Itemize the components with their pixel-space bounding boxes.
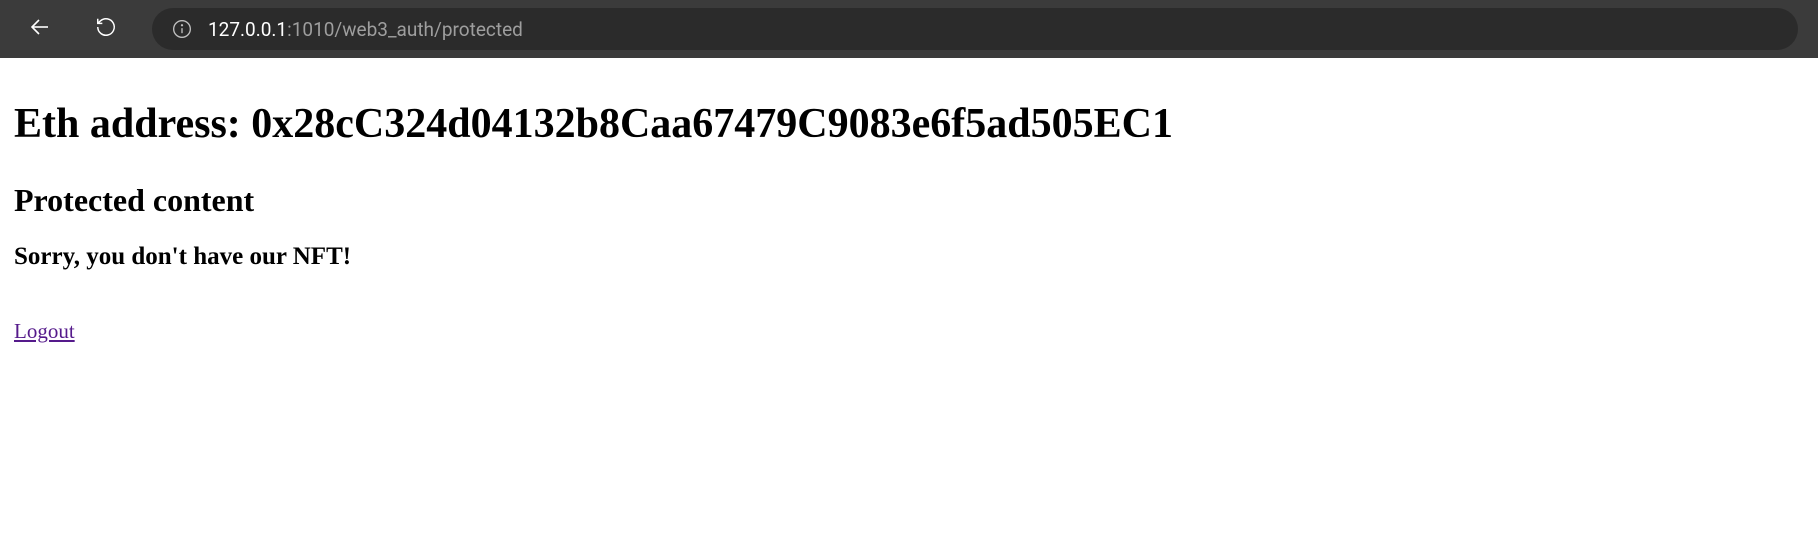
page-content: Eth address: 0x28cC324d04132b8Caa67479C9… [0,58,1818,358]
address-bar[interactable]: 127.0.0.1:1010/web3_auth/protected [152,8,1798,50]
info-icon [172,19,192,39]
refresh-button[interactable] [86,9,126,49]
nft-message-heading: Sorry, you don't have our NFT! [14,243,1804,271]
url-path: :1010/web3_auth/protected [287,18,523,41]
browser-toolbar: 127.0.0.1:1010/web3_auth/protected [0,0,1818,58]
protected-content-heading: Protected content [14,182,1804,219]
url-text: 127.0.0.1:1010/web3_auth/protected [208,18,523,41]
url-host: 127.0.0.1 [208,18,287,41]
refresh-icon [95,16,117,43]
arrow-left-icon [28,15,52,44]
back-button[interactable] [20,9,60,49]
eth-address-heading: Eth address: 0x28cC324d04132b8Caa67479C9… [14,100,1804,148]
logout-link[interactable]: Logout [14,319,75,344]
